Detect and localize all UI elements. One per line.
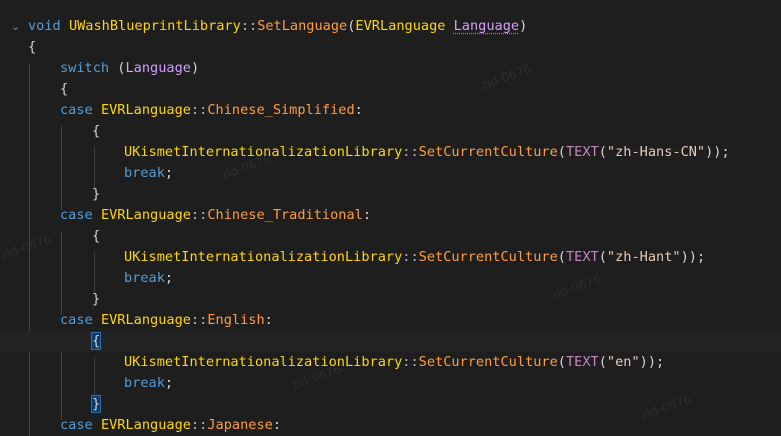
colon: : (362, 207, 372, 223)
scope-operator: :: (402, 354, 419, 370)
code-line[interactable]: { (0, 37, 781, 58)
semicolon: ; (164, 270, 174, 286)
paren: ( (598, 249, 607, 265)
break-keyword: break (124, 375, 165, 391)
lib-class: UKismetInternationalizationLibrary (124, 144, 403, 160)
break-keyword: break (124, 165, 165, 181)
scope-operator: :: (240, 18, 258, 34)
code-line[interactable]: UKismetInternationalizationLibrary::SetC… (0, 352, 781, 373)
scope-operator: :: (190, 312, 208, 328)
case-keyword: case (60, 207, 93, 223)
code-line[interactable]: case EVRLanguage::Chinese_Simplified: (0, 100, 781, 121)
call-tail: )); (705, 144, 730, 160)
fold-chevron-icon[interactable]: ⌄ (11, 16, 20, 37)
code-line[interactable]: UKismetInternationalizationLibrary::SetC… (0, 142, 781, 163)
scope-operator: :: (190, 102, 208, 118)
semicolon: ; (164, 165, 174, 181)
code-line[interactable]: { (0, 121, 781, 142)
paren: ) (519, 18, 528, 34)
code-line[interactable]: } (0, 394, 781, 415)
code-line[interactable]: UKismetInternationalizationLibrary::SetC… (0, 247, 781, 268)
lib-class: UKismetInternationalizationLibrary (124, 354, 403, 370)
code-line[interactable]: } (0, 184, 781, 205)
code-line-current[interactable]: { (0, 331, 781, 352)
brace: } (92, 186, 101, 202)
brace: { (92, 123, 101, 139)
semicolon: ; (164, 375, 174, 391)
enum-type: EVRLanguage (100, 312, 191, 328)
code-line[interactable]: { (0, 79, 781, 100)
brace: { (28, 39, 37, 55)
code-line[interactable]: { (0, 226, 781, 247)
brace-highlighted: } (90, 395, 102, 413)
switch-keyword: switch (60, 60, 110, 76)
lib-class: UKismetInternationalizationLibrary (124, 249, 403, 265)
case-keyword: case (60, 417, 93, 433)
enum-value: Chinese_Traditional (207, 207, 363, 223)
lib-method: SetCurrentCulture (418, 249, 558, 265)
brace: { (92, 228, 101, 244)
enum-type: EVRLanguage (100, 417, 191, 433)
text-macro: TEXT (565, 354, 599, 370)
enum-value: English (207, 312, 265, 328)
case-keyword: case (60, 312, 93, 328)
break-keyword: break (124, 270, 165, 286)
method-name: SetLanguage (257, 18, 348, 34)
colon: : (272, 417, 282, 433)
brace: { (60, 81, 69, 97)
scope-operator: :: (402, 249, 419, 265)
culture-string: "zh-Hant" (606, 249, 681, 265)
call-tail: )); (639, 354, 665, 370)
lib-method: SetCurrentCulture (418, 144, 558, 160)
code-line[interactable]: case EVRLanguage::Japanese: (0, 415, 781, 436)
paren: ( (598, 144, 607, 160)
paren: ( (557, 249, 566, 265)
enum-value: Chinese_Simplified (207, 102, 355, 118)
code-editor[interactable]: ⌄ void UWashBlueprintLibrary::SetLanguag… (0, 0, 781, 436)
code-line[interactable]: case EVRLanguage::Chinese_Traditional: (0, 205, 781, 226)
colon: : (264, 312, 273, 328)
text-macro: TEXT (565, 144, 599, 160)
paren: ) (190, 60, 200, 76)
scope-operator: :: (190, 207, 208, 223)
param-name: Language (453, 18, 520, 34)
code-line[interactable]: break; (0, 268, 781, 289)
enum-type: EVRLanguage (100, 102, 191, 118)
call-tail: )); (680, 249, 706, 265)
param-type: EVRLanguage (355, 18, 446, 34)
text-macro: TEXT (565, 249, 599, 265)
switch-expression: Language (125, 60, 191, 76)
code-line[interactable]: } (0, 289, 781, 310)
code-line[interactable]: break; (0, 373, 781, 394)
code-line[interactable]: break; (0, 163, 781, 184)
colon: : (354, 102, 363, 118)
culture-string: "en" (606, 354, 640, 370)
brace-highlighted: { (90, 332, 102, 350)
code-line[interactable]: switch (Language) (0, 58, 781, 79)
culture-string: "zh-Hans-CN" (606, 144, 706, 160)
paren: ( (557, 144, 566, 160)
case-keyword: case (60, 102, 93, 118)
return-type: void (28, 18, 61, 34)
brace: } (92, 291, 101, 307)
enum-value: Japanese (207, 417, 273, 433)
enum-type: EVRLanguage (100, 207, 191, 223)
lib-method: SetCurrentCulture (418, 354, 558, 370)
code-line[interactable]: case EVRLanguage::English: (0, 310, 781, 331)
scope-operator: :: (402, 144, 419, 160)
class-name: UWashBlueprintLibrary (68, 18, 241, 34)
code-line[interactable]: ⌄ void UWashBlueprintLibrary::SetLanguag… (0, 16, 781, 37)
paren: ( (557, 354, 566, 370)
paren: ( (598, 354, 607, 370)
scope-operator: :: (190, 417, 208, 433)
